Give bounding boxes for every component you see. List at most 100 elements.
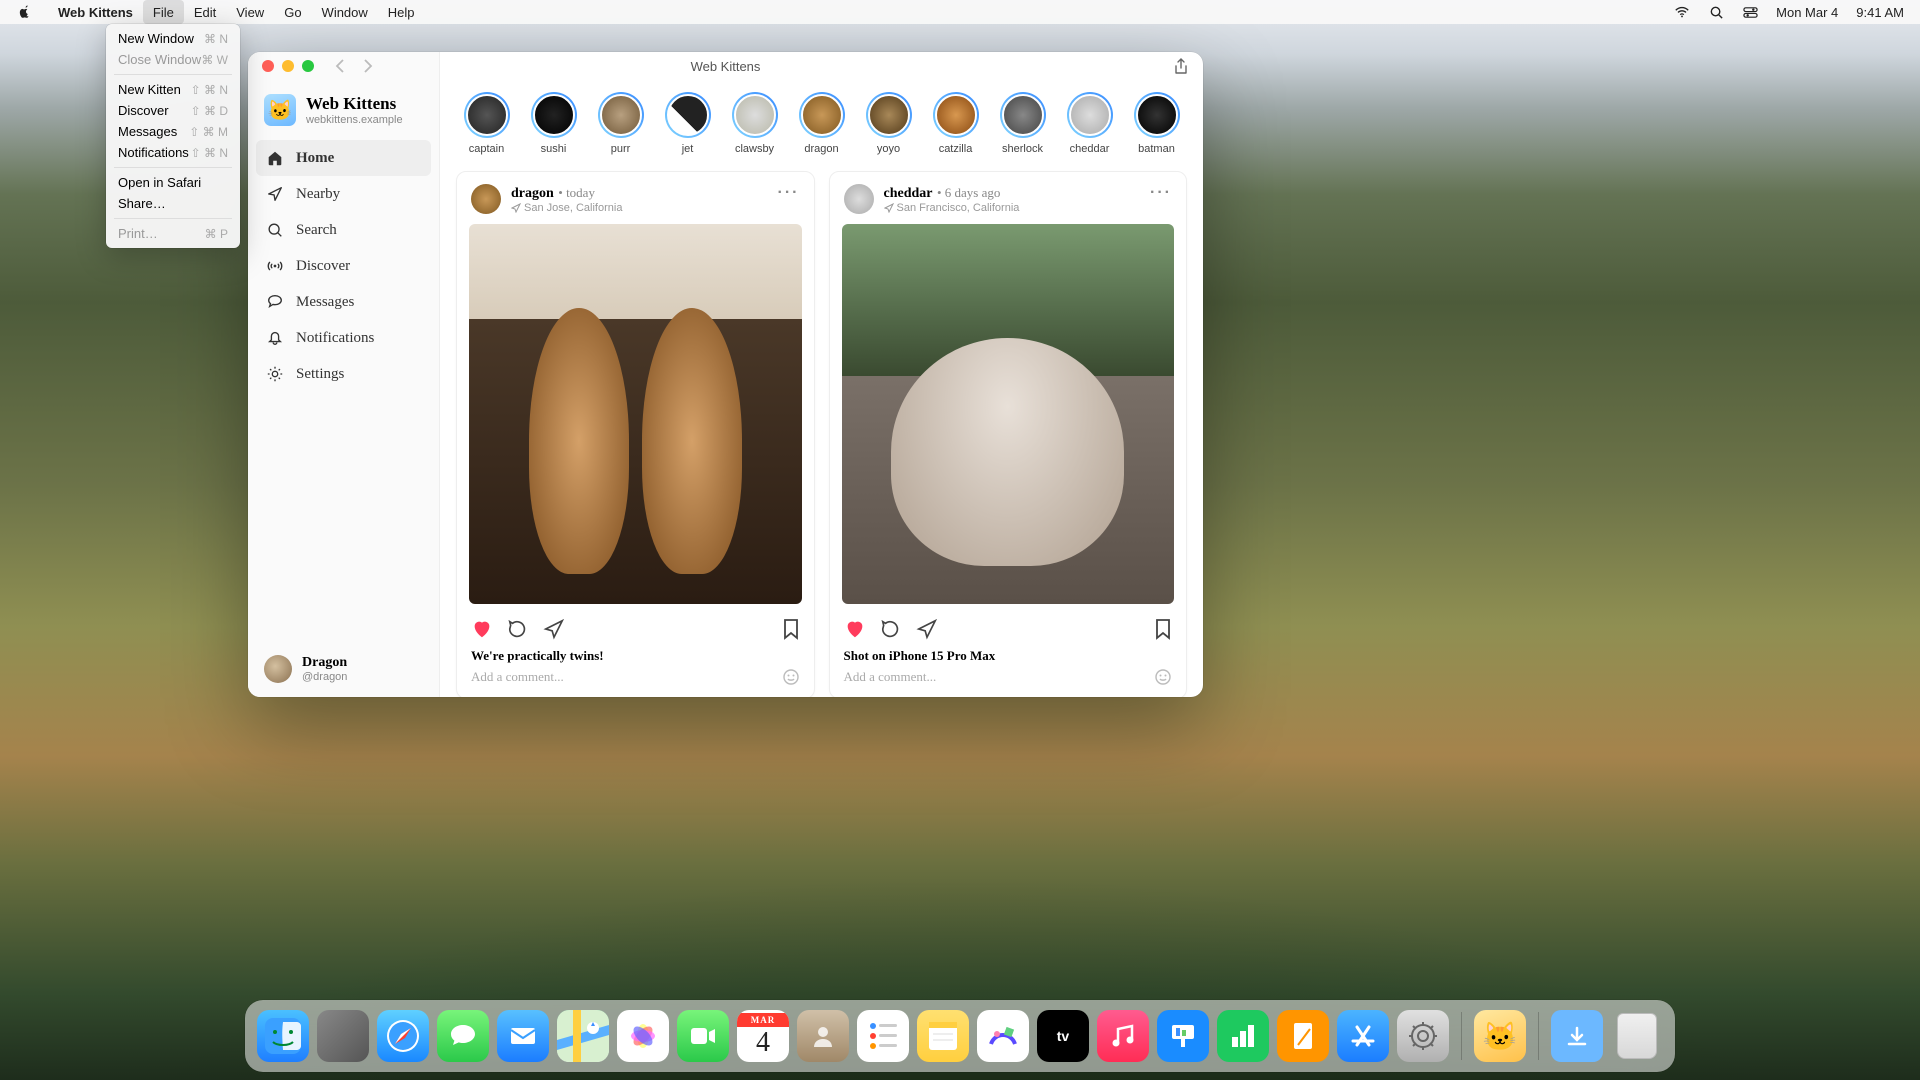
story-item[interactable]: yoyo [864,92,913,155]
story-item[interactable]: batman [1132,92,1181,155]
post-image[interactable] [469,224,802,604]
dock-music[interactable] [1097,1010,1149,1062]
nav-settings[interactable]: Settings [256,356,431,392]
dock-settings[interactable] [1397,1010,1449,1062]
post-author[interactable]: dragon [511,186,554,201]
nav-search[interactable]: Search [256,212,431,248]
emoji-button[interactable] [782,668,800,686]
dock-safari[interactable] [377,1010,429,1062]
story-item[interactable]: clawsby [730,92,779,155]
current-user[interactable]: Dragon @dragon [248,641,439,697]
dock-keynote[interactable] [1157,1010,1209,1062]
story-item[interactable]: purr [596,92,645,155]
dock-webkittens[interactable]: 🐱 [1474,1010,1526,1062]
spotlight-icon[interactable] [1708,4,1724,20]
post-more-button[interactable]: ··· [1150,184,1172,202]
share-post-button[interactable] [543,618,565,640]
story-item[interactable]: jet [663,92,712,155]
user-name: Dragon [302,655,347,671]
window-titlebar[interactable]: Web Kittens [248,52,1203,80]
menubar-item-edit[interactable]: Edit [184,0,226,24]
post-author[interactable]: cheddar [884,186,933,201]
story-item[interactable]: cheddar [1065,92,1114,155]
share-button[interactable] [1173,58,1189,76]
comment-input[interactable]: Add a comment... [471,669,564,685]
stories-row: captain sushi purr jet clawsby dragon yo… [456,92,1187,171]
emoji-button[interactable] [1154,668,1172,686]
menubar-app-name[interactable]: Web Kittens [48,0,143,24]
nav-notifications[interactable]: Notifications [256,320,431,356]
story-item[interactable]: captain [462,92,511,155]
story-item[interactable]: dragon [797,92,846,155]
menubar-time[interactable]: 9:41 AM [1856,5,1904,20]
main-content: captain sushi purr jet clawsby dragon yo… [440,52,1203,697]
dock-appstore[interactable] [1337,1010,1389,1062]
dock-calendar[interactable]: MAR4 [737,1010,789,1062]
menubar-item-file[interactable]: File [143,0,184,24]
broadcast-icon [266,257,284,275]
post-more-button[interactable]: ··· [778,184,800,202]
menu-open-safari[interactable]: Open in Safari [106,172,240,193]
menu-discover[interactable]: Discover⇧ ⌘ D [106,100,240,121]
dock-pages[interactable] [1277,1010,1329,1062]
dock-facetime[interactable] [677,1010,729,1062]
post-time: • today [558,185,595,200]
post-location[interactable]: San Jose, California [511,202,778,214]
post-location[interactable]: San Francisco, California [884,202,1151,214]
app-window: Web Kittens 🐱 Web Kittens webkittens.exa… [248,52,1203,697]
search-icon [266,221,284,239]
dock-launchpad[interactable] [317,1010,369,1062]
story-item[interactable]: sherlock [998,92,1047,155]
control-center-icon[interactable] [1742,4,1758,20]
messages-icon [266,293,284,311]
story-item[interactable]: catzilla [931,92,980,155]
menu-notifications[interactable]: Notifications⇧ ⌘ N [106,142,240,163]
apple-logo-icon[interactable] [16,4,32,20]
post-actions [844,614,1173,648]
nav-nearby[interactable]: Nearby [256,176,431,212]
menu-share[interactable]: Share… [106,193,240,214]
menu-new-kitten[interactable]: New Kitten⇧ ⌘ N [106,79,240,100]
dock-maps[interactable] [557,1010,609,1062]
dock-notes[interactable] [917,1010,969,1062]
menu-new-window[interactable]: New Window⌘ N [106,28,240,49]
dock-downloads[interactable] [1551,1010,1603,1062]
menubar-item-view[interactable]: View [226,0,274,24]
menubar-item-go[interactable]: Go [274,0,311,24]
share-post-button[interactable] [916,618,938,640]
dock-contacts[interactable] [797,1010,849,1062]
nav-messages[interactable]: Messages [256,284,431,320]
nav-home[interactable]: Home [256,140,431,176]
bookmark-button[interactable] [1154,618,1172,640]
bookmark-button[interactable] [782,618,800,640]
menu-close-window[interactable]: Close Window⌘ W [106,49,240,70]
wifi-icon[interactable] [1674,4,1690,20]
like-button[interactable] [471,618,493,640]
nav-discover[interactable]: Discover [256,248,431,284]
app-name: Web Kittens [306,94,403,114]
menu-messages[interactable]: Messages⇧ ⌘ M [106,121,240,142]
dock-trash[interactable] [1611,1010,1663,1062]
post-image[interactable] [842,224,1175,604]
dock-freeform[interactable] [977,1010,1029,1062]
story-item[interactable]: sushi [529,92,578,155]
dock-finder[interactable] [257,1010,309,1062]
dock-tv[interactable]: tv [1037,1010,1089,1062]
menubar-item-help[interactable]: Help [378,0,425,24]
post-avatar[interactable] [844,184,874,214]
dock-photos[interactable] [617,1010,669,1062]
comment-input[interactable]: Add a comment... [844,669,937,685]
dock: MAR4 tv 🐱 [245,1000,1675,1072]
like-button[interactable] [844,618,866,640]
menubar-item-window[interactable]: Window [312,0,378,24]
comment-button[interactable] [880,618,902,640]
dock-reminders[interactable] [857,1010,909,1062]
menubar-date[interactable]: Mon Mar 4 [1776,5,1838,20]
comment-button[interactable] [507,618,529,640]
dock-messages[interactable] [437,1010,489,1062]
menu-print[interactable]: Print…⌘ P [106,223,240,244]
dock-numbers[interactable] [1217,1010,1269,1062]
dock-mail[interactable] [497,1010,549,1062]
dock-separator [1461,1012,1462,1060]
post-avatar[interactable] [471,184,501,214]
